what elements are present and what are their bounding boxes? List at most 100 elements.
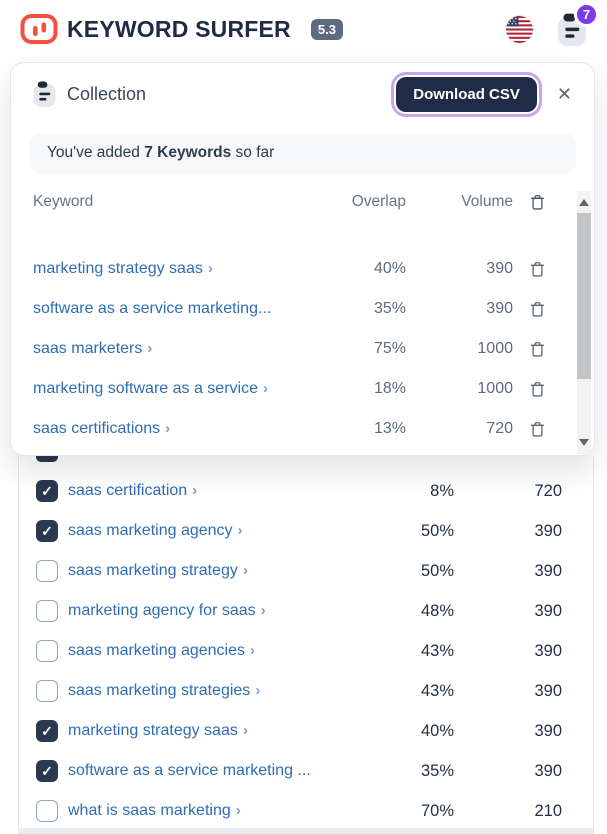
scrollbar[interactable] bbox=[577, 191, 591, 454]
volume-value: 1000 bbox=[406, 380, 513, 398]
keyword-link[interactable]: saas marketing strategy› bbox=[68, 562, 364, 580]
list-item: saas marketing strategy› 50% 390 bbox=[36, 551, 572, 591]
keyword-link-label: saas marketing strategies bbox=[68, 682, 250, 699]
table-row: saas certifications › 13% 720 bbox=[33, 409, 562, 449]
chevron-right-icon: › bbox=[261, 602, 266, 619]
collection-title-icon bbox=[33, 81, 56, 107]
keyword-link-label: what is saas marketing bbox=[68, 802, 231, 819]
table-row: software as a service marketing... 35% 3… bbox=[33, 289, 562, 329]
keyword-link-label: saas marketing strategy bbox=[68, 562, 238, 579]
keyword-link[interactable]: marketing agency for saas› bbox=[68, 602, 364, 620]
list-item: marketing agency for saas› 48% 390 bbox=[36, 591, 572, 631]
volume-value: 390 bbox=[454, 762, 562, 781]
list-item: saas marketing agencies › 43% 390 bbox=[36, 631, 572, 671]
column-keyword: Keyword bbox=[33, 193, 316, 211]
volume-value: 390 bbox=[454, 682, 562, 701]
brand-logo: KEYWORD SURFER 5.3 bbox=[20, 13, 343, 45]
delete-all-icon[interactable] bbox=[513, 194, 562, 211]
table-row: marketing software as a service› 18% 100… bbox=[33, 369, 562, 409]
keyword-link-label: marketing strategy saas bbox=[33, 260, 203, 277]
volume-value: 720 bbox=[454, 482, 562, 501]
list-item: ✓ saas marketing agency› 50% 390 bbox=[36, 511, 572, 551]
volume-value: 390 bbox=[454, 602, 562, 621]
list-item: saas marketing strategies› 43% 390 bbox=[36, 671, 572, 711]
keyword-link-label: saas marketing agencies bbox=[68, 642, 245, 659]
keyword-link[interactable]: saas marketing agencies › bbox=[68, 642, 364, 660]
volume-value: 720 bbox=[406, 420, 513, 438]
overlap-value: 43% bbox=[364, 682, 454, 701]
overlap-value: 13% bbox=[316, 420, 406, 438]
overlap-value: 48% bbox=[364, 602, 454, 621]
keyword-link[interactable]: saas marketers› bbox=[33, 340, 316, 358]
close-icon[interactable]: ✕ bbox=[557, 85, 572, 103]
keyword-link-label: saas certifications bbox=[33, 420, 160, 437]
chevron-right-icon: › bbox=[147, 340, 152, 357]
keyword-surfer-logo-icon bbox=[20, 13, 58, 45]
summary-prefix: You've added bbox=[47, 144, 144, 162]
volume-value: 390 bbox=[454, 642, 562, 661]
delete-keyword-icon[interactable] bbox=[513, 301, 562, 318]
download-csv-button[interactable]: Download CSV bbox=[396, 77, 537, 112]
keyword-checkbox[interactable] bbox=[36, 560, 58, 582]
keyword-link[interactable]: saas certification› bbox=[68, 482, 364, 500]
volume-value: 390 bbox=[454, 522, 562, 541]
chevron-right-icon: › bbox=[192, 482, 197, 499]
keyword-link[interactable]: saas certifications › bbox=[33, 420, 316, 438]
collection-panel: Collection Download CSV ✕ You've added 7… bbox=[10, 62, 595, 456]
us-flag-icon[interactable] bbox=[506, 16, 533, 43]
overlap-value: 35% bbox=[316, 300, 406, 318]
overlap-value: 8% bbox=[364, 482, 454, 501]
list-item: ✓ software as a service marketing ... 35… bbox=[36, 751, 572, 791]
keyword-checkbox[interactable] bbox=[36, 800, 58, 822]
volume-value: 390 bbox=[406, 300, 513, 318]
keyword-checkbox[interactable]: ✓ bbox=[36, 480, 58, 502]
header-actions: 7 bbox=[506, 13, 587, 46]
keyword-link[interactable]: marketing strategy saas› bbox=[68, 722, 364, 740]
keyword-checkbox[interactable] bbox=[36, 640, 58, 662]
panel-title: Collection bbox=[67, 84, 146, 105]
collection-panel-header: Collection Download CSV ✕ bbox=[11, 63, 594, 125]
overlap-value: 75% bbox=[316, 340, 406, 358]
chevron-right-icon: › bbox=[238, 522, 243, 539]
delete-keyword-icon[interactable] bbox=[513, 341, 562, 358]
volume-value: 390 bbox=[454, 562, 562, 581]
scrollbar-up-arrow-icon[interactable] bbox=[579, 199, 589, 206]
keyword-link-label: software as a service marketing ... bbox=[68, 762, 311, 779]
scrollbar-down-arrow-icon[interactable] bbox=[579, 439, 589, 446]
overlap-value: 70% bbox=[364, 802, 454, 821]
overlap-value: 43% bbox=[364, 642, 454, 661]
keyword-link[interactable]: marketing software as a service› bbox=[33, 380, 316, 398]
chevron-right-icon: › bbox=[208, 260, 213, 277]
delete-keyword-icon[interactable] bbox=[513, 261, 562, 278]
keywords-added-summary: You've added 7 Keywords so far bbox=[29, 133, 576, 173]
keyword-link[interactable]: saas marketing strategies› bbox=[68, 682, 364, 700]
collection-count-badge: 7 bbox=[574, 2, 599, 27]
keyword-checkbox[interactable] bbox=[36, 680, 58, 702]
column-overlap: Overlap bbox=[316, 193, 406, 211]
chevron-right-icon: › bbox=[250, 642, 255, 659]
extension-popup: KEYWORD SURFER 5.3 bbox=[0, 0, 607, 834]
keyword-checkbox[interactable]: ✓ bbox=[36, 760, 58, 782]
keyword-link[interactable]: what is saas marketing› bbox=[68, 802, 364, 820]
summary-highlight: 7 Keywords bbox=[144, 144, 231, 162]
keyword-link[interactable]: software as a service marketing... bbox=[33, 300, 316, 318]
volume-value: 210 bbox=[454, 802, 562, 821]
keyword-link[interactable]: saas marketing agency› bbox=[68, 522, 364, 540]
keyword-checkbox[interactable]: ✓ bbox=[36, 720, 58, 742]
overlap-value: 40% bbox=[364, 722, 454, 741]
overlap-value: 35% bbox=[364, 762, 454, 781]
chevron-right-icon: › bbox=[165, 420, 170, 437]
version-badge: 5.3 bbox=[311, 19, 343, 40]
table-row: saas marketers› 75% 1000 bbox=[33, 329, 562, 369]
delete-keyword-icon[interactable] bbox=[513, 381, 562, 398]
list-item: what is saas marketing› 70% 210 bbox=[36, 791, 572, 831]
delete-keyword-icon[interactable] bbox=[513, 421, 562, 438]
keyword-link[interactable]: software as a service marketing ... bbox=[68, 762, 364, 780]
overlap-value: 50% bbox=[364, 562, 454, 581]
keyword-checkbox[interactable]: ✓ bbox=[36, 520, 58, 542]
collection-toggle-button[interactable]: 7 bbox=[557, 13, 587, 46]
keyword-link[interactable]: marketing strategy saas › bbox=[33, 260, 316, 278]
collection-rows: marketing strategy saas› 40% 390 softwar… bbox=[33, 249, 562, 449]
scrollbar-thumb[interactable] bbox=[577, 213, 591, 379]
keyword-checkbox[interactable] bbox=[36, 600, 58, 622]
